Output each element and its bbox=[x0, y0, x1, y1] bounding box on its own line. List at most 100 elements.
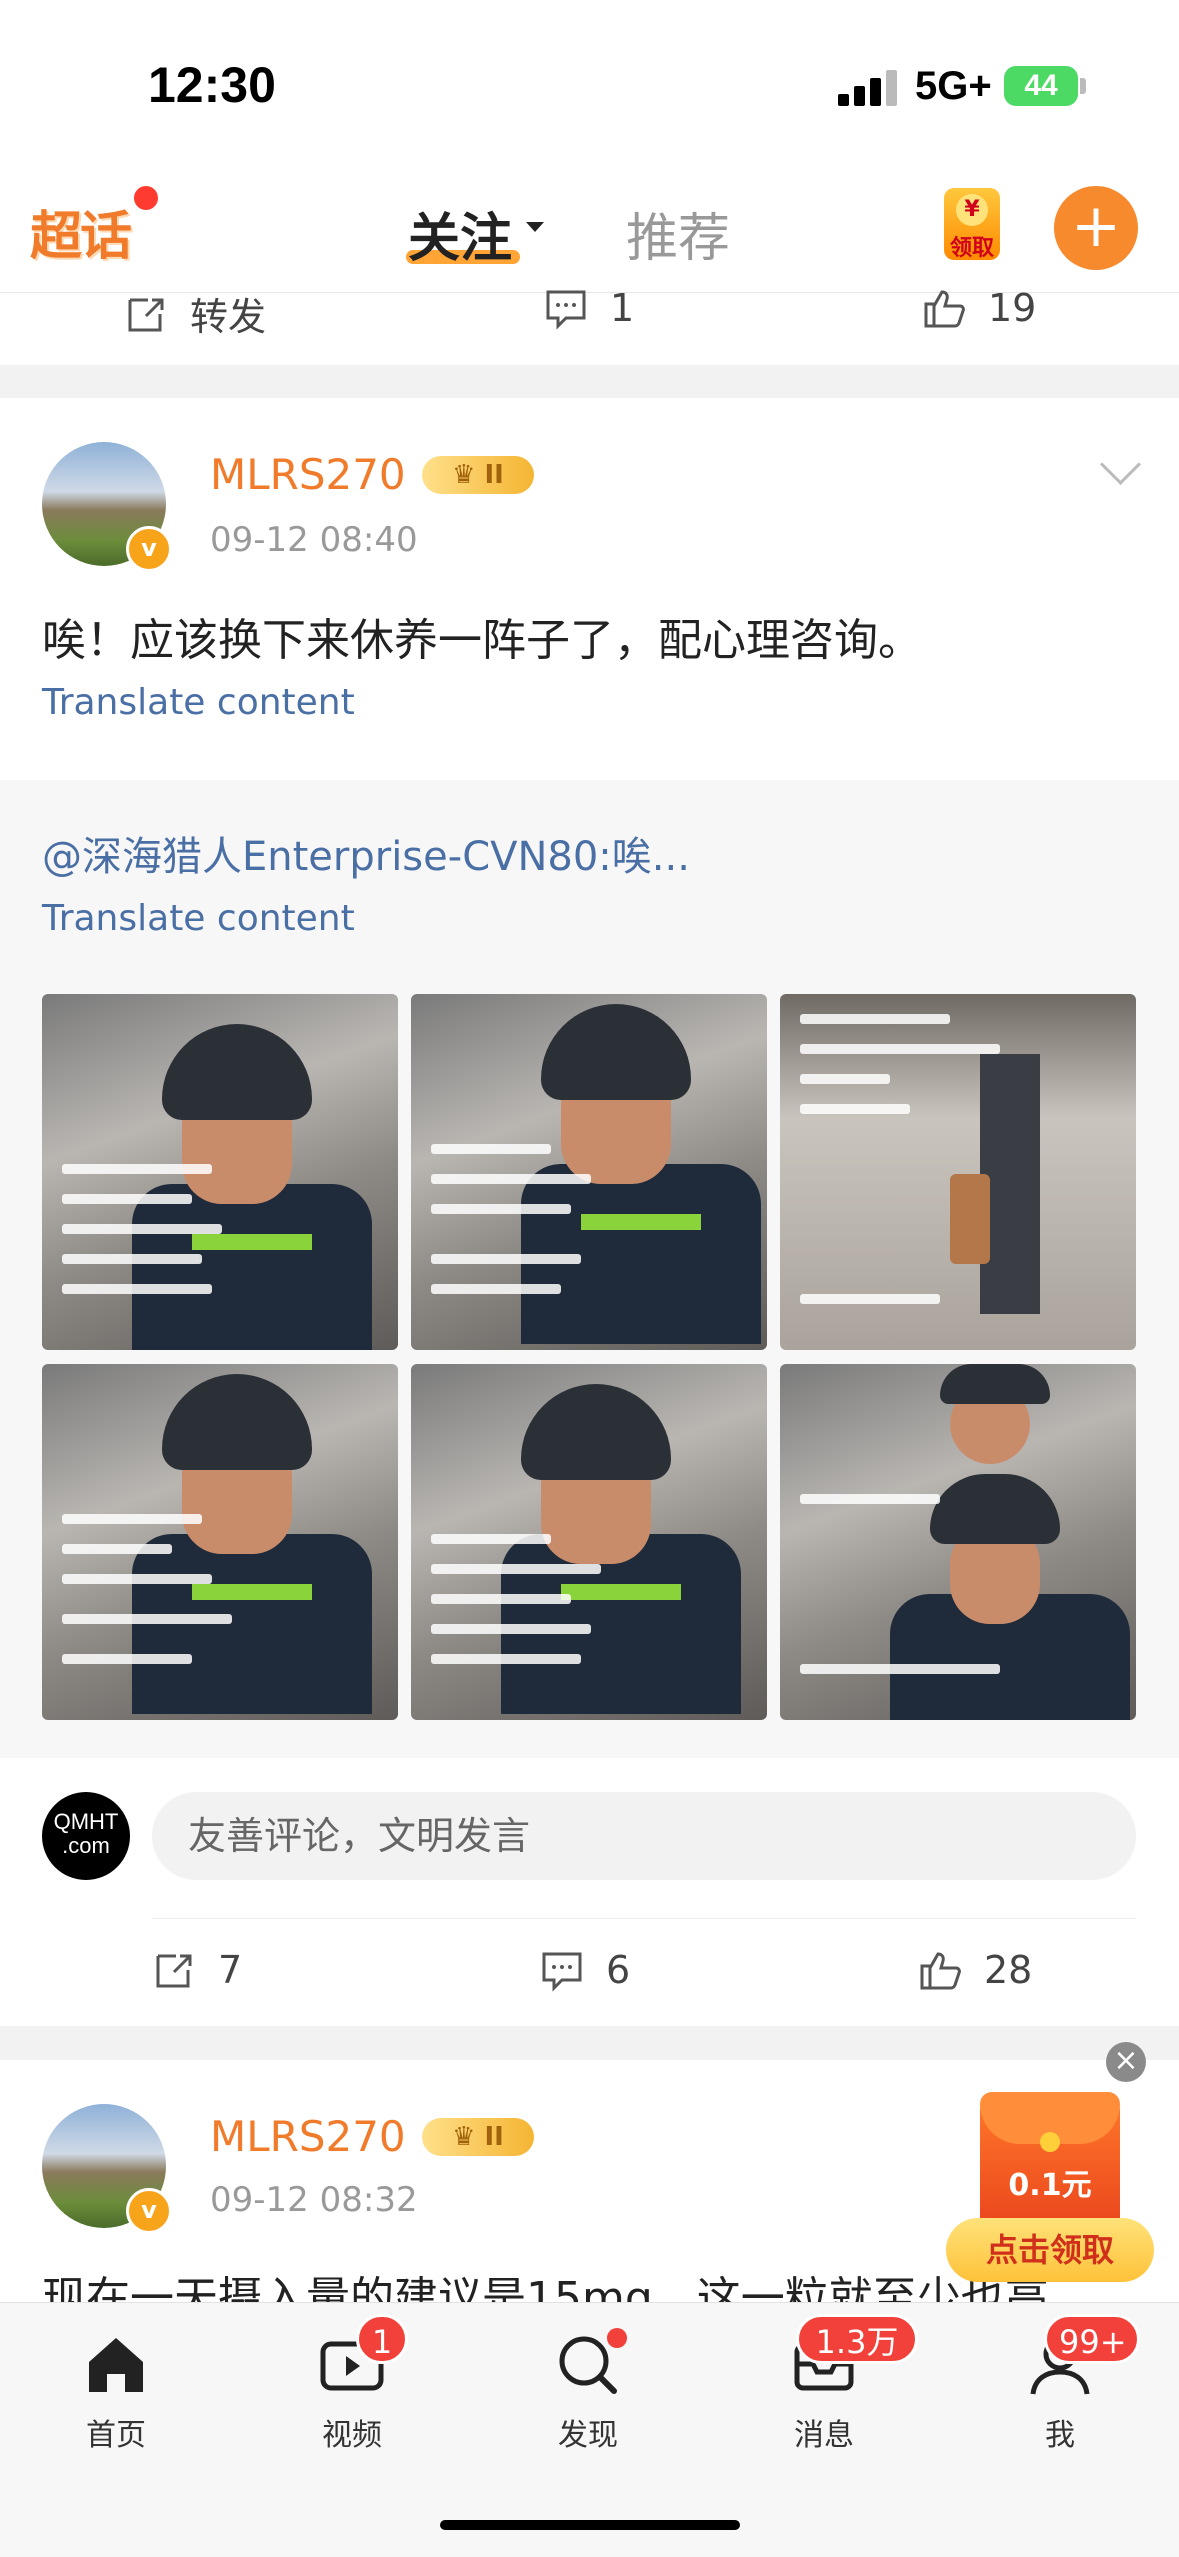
subtitle-line bbox=[800, 1294, 940, 1304]
post-image[interactable] bbox=[42, 994, 398, 1350]
shovel-shape bbox=[950, 1174, 990, 1264]
comment-input[interactable]: 友善评论，文明发言 bbox=[152, 1792, 1136, 1880]
notification-dot bbox=[607, 2328, 627, 2348]
repost-label: 转发 bbox=[190, 295, 267, 339]
avatar-text: QMHT bbox=[53, 1809, 119, 1834]
post-image[interactable] bbox=[780, 994, 1136, 1350]
level-number: II bbox=[484, 460, 504, 490]
comment-button[interactable]: 6 bbox=[540, 1948, 630, 1992]
unread-badge: 1.3万 bbox=[796, 2314, 918, 2364]
like-count: 19 bbox=[988, 286, 1037, 330]
notification-dot bbox=[134, 186, 158, 210]
close-icon[interactable]: × bbox=[1106, 2042, 1146, 2082]
tab-video[interactable]: 视频 1 bbox=[272, 2314, 432, 2454]
post-image[interactable] bbox=[42, 1364, 398, 1720]
subtitle-line bbox=[431, 1564, 601, 1574]
repost-button[interactable]: 7 bbox=[152, 1948, 242, 1992]
like-button[interactable]: 28 bbox=[918, 1948, 1032, 1992]
post-image[interactable] bbox=[411, 994, 767, 1350]
vest-shape bbox=[132, 1184, 372, 1350]
subtitle-line bbox=[800, 1664, 1000, 1674]
comment-button[interactable]: 1 bbox=[544, 286, 634, 330]
subtitle-line bbox=[62, 1514, 202, 1524]
comment-count: 6 bbox=[606, 1948, 631, 1992]
subtitle-line bbox=[62, 1544, 172, 1554]
divider bbox=[152, 1918, 1136, 1919]
translate-link[interactable]: Translate content bbox=[42, 682, 355, 723]
reflective-strip bbox=[581, 1214, 701, 1230]
subtitle-line bbox=[431, 1534, 551, 1544]
repost-count: 7 bbox=[218, 1948, 243, 1992]
battery-tip bbox=[1080, 78, 1086, 94]
comment-count: 1 bbox=[610, 286, 635, 330]
reflective-strip bbox=[192, 1584, 312, 1600]
super-topic-logo[interactable]: 超话 bbox=[30, 194, 132, 269]
home-indicator bbox=[440, 2520, 740, 2530]
member-level-badge[interactable]: ♛ II bbox=[422, 2118, 534, 2156]
subtitle-line bbox=[62, 1284, 212, 1294]
coin-icon bbox=[1040, 2132, 1060, 2152]
subtitle-line bbox=[431, 1594, 571, 1604]
subtitle-line bbox=[62, 1574, 212, 1584]
post-username[interactable]: MLRS270 bbox=[210, 2112, 406, 2161]
post-image[interactable] bbox=[780, 1364, 1136, 1720]
repost-button[interactable]: 转发 bbox=[124, 286, 266, 341]
status-time: 12:30 bbox=[148, 57, 276, 113]
chevron-down-icon[interactable] bbox=[526, 222, 544, 232]
signal-icon bbox=[838, 66, 898, 106]
verified-badge: v bbox=[126, 526, 172, 572]
subtitle-line bbox=[800, 1044, 1000, 1054]
share-icon bbox=[128, 298, 164, 331]
add-button[interactable]: + bbox=[1054, 186, 1138, 270]
subtitle-line bbox=[431, 1174, 591, 1184]
tab-messages[interactable]: 消息 1.3万 bbox=[744, 2314, 918, 2454]
avatar-text: .com bbox=[62, 1833, 110, 1858]
network-type: 5G+ bbox=[915, 64, 992, 108]
thumbs-up-icon bbox=[920, 1952, 961, 1990]
member-level-badge[interactable]: ♛ II bbox=[422, 456, 534, 494]
level-number: II bbox=[484, 2122, 504, 2152]
helmet-shape bbox=[940, 1364, 1050, 1404]
avatar[interactable]: QMHT .com bbox=[42, 1792, 130, 1880]
tab-follow[interactable]: 关注 bbox=[408, 196, 512, 271]
tab-home[interactable]: 首页 bbox=[36, 2330, 196, 2454]
like-button[interactable]: 19 bbox=[922, 286, 1036, 330]
tab-label: 视频 bbox=[322, 2418, 382, 2453]
verified-badge: v bbox=[126, 2188, 172, 2234]
share-icon bbox=[156, 1954, 192, 1988]
subtitle-line bbox=[800, 1014, 950, 1024]
subtitle-line bbox=[431, 1254, 581, 1264]
post-username[interactable]: MLRS270 bbox=[210, 450, 406, 499]
tab-recommend[interactable]: 推荐 bbox=[626, 196, 730, 271]
subtitle-line bbox=[62, 1164, 212, 1174]
comment-icon bbox=[546, 290, 586, 330]
battery-icon: 44 bbox=[1004, 66, 1078, 106]
subtitle-line bbox=[62, 1654, 192, 1664]
subtitle-line bbox=[62, 1224, 222, 1234]
post-text: 唉！应该换下来休养一阵子了，配心理咨询。 bbox=[42, 615, 922, 666]
subtitle-line bbox=[800, 1104, 910, 1114]
post-timestamp: 09-12 08:32 bbox=[210, 2180, 418, 2220]
repost-text[interactable]: @深海猎人Enterprise-CVN80:唉... bbox=[42, 824, 690, 882]
top-nav bbox=[0, 160, 1179, 293]
tab-label: 发现 bbox=[558, 2418, 618, 2453]
repost-translate-link[interactable]: Translate content bbox=[42, 898, 355, 939]
subtitle-line bbox=[800, 1494, 940, 1504]
reward-label: 领取 bbox=[949, 236, 994, 261]
tab-discover[interactable]: 发现 bbox=[508, 2328, 668, 2454]
reflective-strip bbox=[192, 1234, 312, 1250]
tab-label: 我 bbox=[1045, 2418, 1075, 2453]
crown-icon: ♛ bbox=[452, 2122, 485, 2152]
tab-label: 首页 bbox=[86, 2418, 146, 2453]
vest-shape bbox=[132, 1534, 372, 1714]
thumbs-up-icon bbox=[924, 290, 965, 328]
subtitle-line bbox=[431, 1654, 581, 1664]
subtitle-line bbox=[431, 1144, 551, 1154]
subtitle-line bbox=[431, 1284, 561, 1294]
discover-icon bbox=[553, 2328, 627, 2400]
home-icon bbox=[81, 2330, 151, 2400]
tab-profile[interactable]: 我 99+ bbox=[980, 2314, 1140, 2454]
claim-button[interactable]: 点击领取 bbox=[946, 2218, 1154, 2282]
subtitle-line bbox=[62, 1614, 232, 1624]
post-image[interactable] bbox=[411, 1364, 767, 1720]
